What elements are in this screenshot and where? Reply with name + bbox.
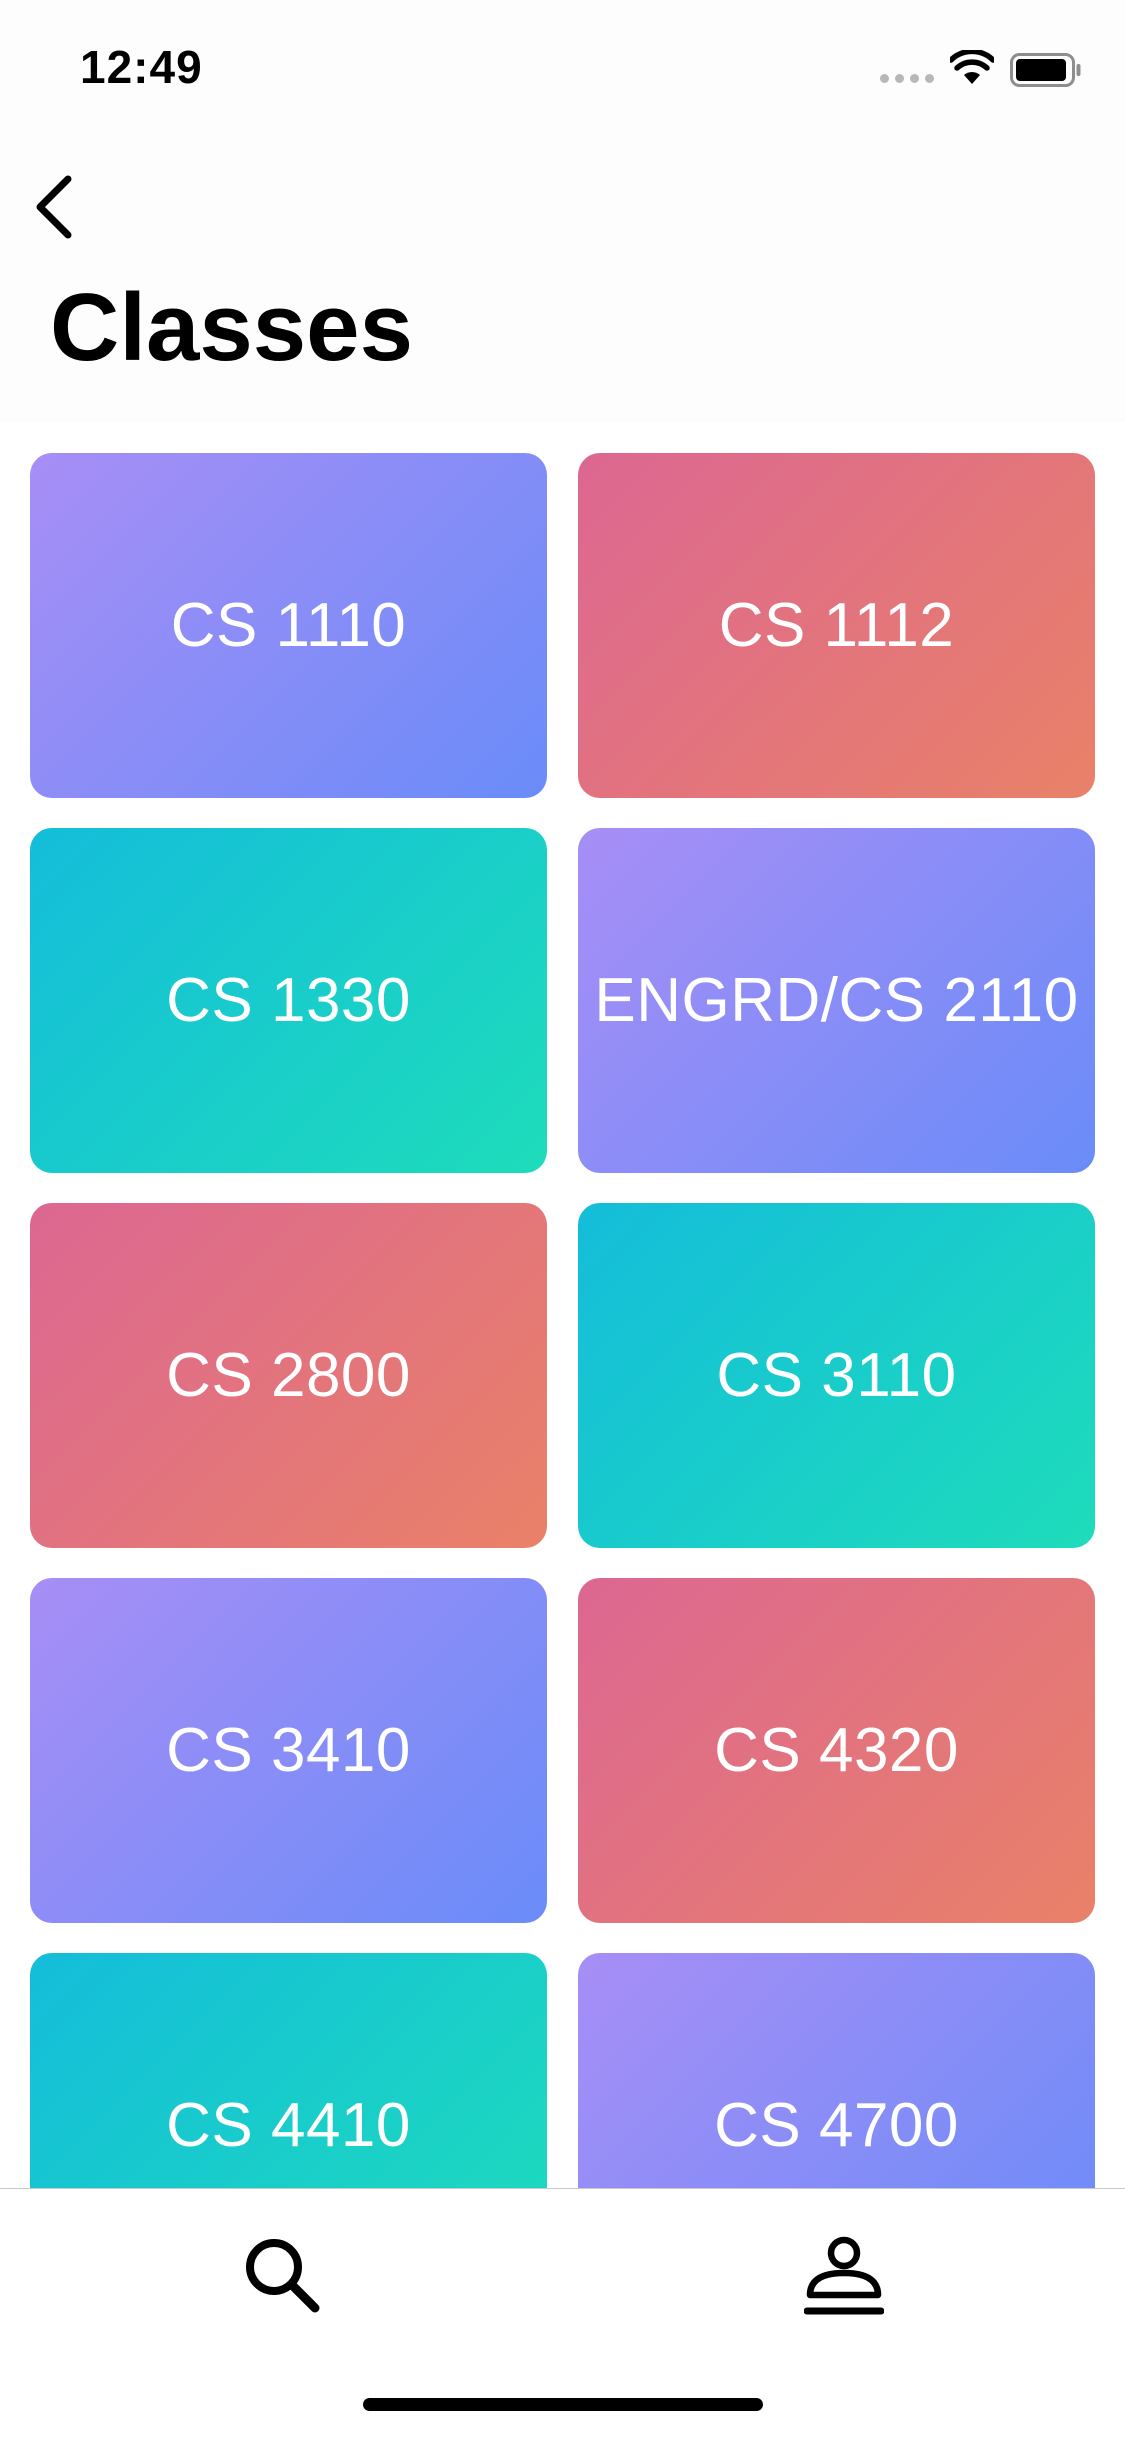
back-button[interactable] bbox=[18, 162, 88, 252]
class-card-label: CS 1110 bbox=[170, 591, 407, 660]
class-card-label: CS 2800 bbox=[166, 1341, 411, 1410]
tab-profile[interactable] bbox=[794, 2225, 894, 2325]
class-card[interactable]: CS 1110 bbox=[30, 453, 547, 798]
battery-icon bbox=[1010, 53, 1081, 87]
class-card-label: CS 3110 bbox=[716, 1341, 957, 1410]
class-card-label: CS 3410 bbox=[166, 1716, 411, 1785]
search-icon bbox=[246, 2239, 320, 2313]
class-card[interactable]: CS 1112 bbox=[578, 453, 1095, 798]
class-card-label: CS 1112 bbox=[718, 591, 955, 660]
navigation-header: Classes bbox=[0, 132, 1125, 422]
class-card-label: CS 4410 bbox=[166, 2091, 411, 2160]
class-card-label: ENGRD/CS 2110 bbox=[594, 966, 1079, 1035]
class-card[interactable]: CS 4320 bbox=[578, 1578, 1095, 1923]
status-time: 12:49 bbox=[80, 41, 203, 93]
class-card[interactable]: CS 3410 bbox=[30, 1578, 547, 1923]
class-card[interactable]: CS 1330 bbox=[30, 828, 547, 1173]
class-card[interactable]: CS 2800 bbox=[30, 1203, 547, 1548]
class-card[interactable]: ENGRD/CS 2110 bbox=[578, 828, 1095, 1173]
class-grid: CS 1110 CS 1112 CS 1330 ENGRD/CS 2110 CS… bbox=[30, 453, 1095, 2188]
class-card[interactable]: CS 4410 bbox=[30, 1953, 547, 2188]
page-title: Classes bbox=[50, 274, 413, 381]
class-card[interactable]: CS 4700 bbox=[578, 1953, 1095, 2188]
home-indicator bbox=[363, 2398, 763, 2411]
chevron-left-icon bbox=[36, 175, 72, 239]
class-card[interactable]: CS 3110 bbox=[578, 1203, 1095, 1548]
tab-search[interactable] bbox=[232, 2225, 332, 2325]
class-card-label: CS 4320 bbox=[714, 1716, 959, 1785]
class-card-label: CS 4700 bbox=[714, 2091, 959, 2160]
wifi-icon bbox=[950, 50, 994, 84]
profile-icon bbox=[804, 2236, 884, 2315]
status-bar: 12:49 bbox=[0, 0, 1125, 132]
cellular-signal-icon bbox=[880, 74, 934, 83]
class-card-label: CS 1330 bbox=[166, 966, 411, 1035]
